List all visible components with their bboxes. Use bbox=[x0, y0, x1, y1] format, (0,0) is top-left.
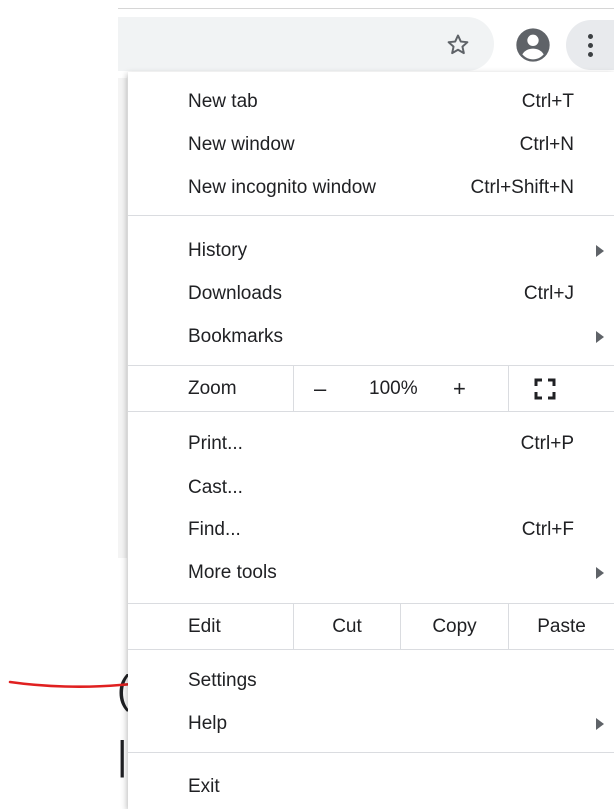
edit-label: Edit bbox=[188, 615, 221, 637]
menu-item-shortcut: Ctrl+F bbox=[521, 518, 574, 540]
menu-item-bookmarks[interactable]: Bookmarks bbox=[128, 315, 614, 358]
edit-row: Edit Cut Copy Paste bbox=[128, 604, 614, 649]
menu-item-shortcut: Ctrl+P bbox=[520, 432, 574, 454]
copy-button[interactable]: Copy bbox=[401, 604, 508, 649]
menu-item-label: Downloads bbox=[188, 282, 282, 304]
account-icon[interactable] bbox=[512, 24, 554, 66]
menu-item-label: Bookmarks bbox=[188, 325, 284, 347]
menu-item-label: Settings bbox=[188, 669, 257, 691]
chrome-dropdown-menu: New tab Ctrl+T New window Ctrl+N New inc… bbox=[128, 72, 614, 809]
menu-item-shortcut: Ctrl+N bbox=[519, 133, 574, 155]
zoom-row: Zoom – 100% + bbox=[128, 366, 614, 411]
tab-strip-border bbox=[118, 8, 614, 9]
star-icon[interactable] bbox=[438, 26, 478, 64]
fullscreen-icon[interactable] bbox=[534, 378, 556, 400]
menu-divider bbox=[128, 215, 614, 216]
page-background-glyph: | bbox=[117, 734, 128, 778]
menu-item-settings[interactable]: Settings bbox=[128, 659, 614, 702]
menu-item-label: New incognito window bbox=[188, 176, 376, 198]
menu-divider bbox=[128, 411, 614, 412]
menu-divider bbox=[128, 752, 614, 753]
menu-item-label: New window bbox=[188, 133, 295, 155]
zoom-out-button[interactable]: – bbox=[314, 376, 326, 402]
menu-item-print[interactable]: Print... Ctrl+P bbox=[128, 422, 614, 465]
menu-item-new-incognito-window[interactable]: New incognito window Ctrl+Shift+N bbox=[128, 166, 614, 209]
zoom-in-button[interactable]: + bbox=[453, 376, 466, 402]
submenu-arrow-icon bbox=[596, 244, 604, 257]
menu-item-label: Exit bbox=[188, 775, 220, 797]
menu-item-exit[interactable]: Exit bbox=[128, 765, 614, 808]
menu-item-more-tools[interactable]: More tools bbox=[128, 551, 614, 594]
menu-item-label: Help bbox=[188, 712, 228, 734]
submenu-arrow-icon bbox=[596, 717, 604, 730]
browser-window: ( | New tab Ctrl+T New window Ctrl+N New… bbox=[0, 0, 614, 809]
menu-item-shortcut: Ctrl+Shift+N bbox=[470, 176, 574, 198]
submenu-arrow-icon bbox=[596, 330, 604, 343]
menu-item-label: Print... bbox=[188, 432, 243, 454]
menu-item-label: New tab bbox=[188, 90, 258, 112]
menu-item-label: More tools bbox=[188, 561, 277, 583]
menu-item-label: History bbox=[188, 239, 248, 261]
cut-button[interactable]: Cut bbox=[294, 604, 400, 649]
zoom-cell-divider bbox=[508, 366, 509, 411]
menu-item-new-window[interactable]: New window Ctrl+N bbox=[128, 123, 614, 166]
menu-item-find[interactable]: Find... Ctrl+F bbox=[128, 508, 614, 551]
submenu-arrow-icon bbox=[596, 566, 604, 579]
menu-item-new-tab[interactable]: New tab Ctrl+T bbox=[128, 80, 614, 123]
menu-item-shortcut: Ctrl+T bbox=[521, 90, 574, 112]
page-background-strip bbox=[118, 78, 127, 558]
menu-item-label: Cast... bbox=[188, 476, 243, 498]
paste-button[interactable]: Paste bbox=[509, 604, 614, 649]
menu-item-shortcut: Ctrl+J bbox=[523, 282, 574, 304]
menu-item-cast[interactable]: Cast... bbox=[128, 466, 614, 509]
zoom-cell-divider bbox=[293, 366, 294, 411]
menu-item-help[interactable]: Help bbox=[128, 702, 614, 745]
zoom-label: Zoom bbox=[188, 377, 237, 399]
chrome-menu-button[interactable] bbox=[566, 20, 614, 70]
menu-item-history[interactable]: History bbox=[128, 229, 614, 272]
vertical-dots-icon bbox=[587, 33, 593, 57]
menu-divider bbox=[128, 649, 614, 650]
menu-item-downloads[interactable]: Downloads Ctrl+J bbox=[128, 272, 614, 315]
menu-item-label: Find... bbox=[188, 518, 241, 540]
zoom-level-value: 100% bbox=[369, 377, 418, 399]
